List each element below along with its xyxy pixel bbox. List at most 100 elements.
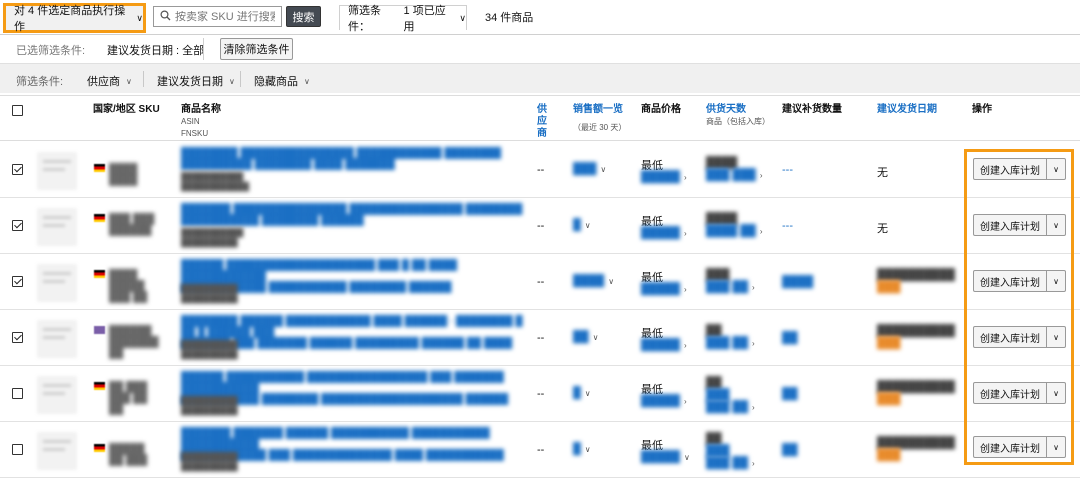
sales-dropdown[interactable]: ████ ∨ [573, 275, 614, 287]
chevron-down-icon[interactable]: ∨ [1047, 215, 1065, 235]
clear-filters-button[interactable]: 清除筛选条件 [220, 38, 293, 60]
flag-de-icon [94, 270, 105, 278]
chevron-down-icon: ∨ [459, 12, 466, 23]
ship-date-value: ██████████ ███ [877, 381, 955, 405]
price-value[interactable]: █████ ∨ [641, 451, 690, 463]
sales-dropdown[interactable]: █ ∨ [573, 387, 591, 399]
asin-value: ███████████ ██████████ [181, 228, 244, 247]
row-checkbox[interactable] [12, 276, 23, 287]
product-thumbnail [37, 264, 77, 302]
row-checkbox[interactable] [12, 220, 23, 231]
bulk-action-label: 对 4 件选定商品执行操作 [14, 5, 126, 33]
sku-value: ███ ███ ██████ [109, 214, 155, 236]
create-inbound-plan-button[interactable]: 创建入库计划 ∨ [973, 158, 1066, 180]
divider [240, 71, 241, 87]
table-row: ████ ████ ████████ ████████████████ ████… [0, 142, 1080, 198]
create-inbound-plan-button[interactable]: 创建入库计划 ∨ [973, 436, 1066, 458]
table-row: ███ ███ ██████ ███████ ████████████████ █… [0, 198, 1080, 254]
search-button[interactable]: 搜索 [286, 6, 321, 27]
table-row: ████ █████ ███ ██ ██████ ████████████████… [0, 254, 1080, 310]
header-sales[interactable]: 销售额一览 （最近 30 天） [573, 104, 626, 134]
supply-days-value[interactable]: ██ ███ ██ › [706, 325, 755, 349]
chevron-down-icon[interactable]: ∨ [1047, 271, 1065, 291]
asin-value: ███████████ ████████████ [181, 172, 250, 191]
restock-qty-value[interactable]: ██ [782, 388, 798, 400]
chevron-down-icon[interactable]: ∨ [1047, 327, 1065, 347]
product-thumbnail [37, 320, 77, 358]
row-checkbox[interactable] [12, 444, 23, 455]
product-name-link[interactable]: ████████ ████████████████ ████████████ █… [181, 148, 531, 170]
divider [143, 71, 144, 87]
price-value[interactable]: █████ › [641, 227, 687, 239]
chevron-down-icon[interactable]: ∨ [1047, 159, 1065, 179]
sales-dropdown[interactable]: ███ ∨ [573, 163, 606, 175]
sales-dropdown[interactable]: ██ ∨ [573, 331, 598, 343]
sku-value: ██ ███ ███ ██ ██ [109, 382, 148, 415]
header-supply-days[interactable]: 供货天数 商品（包括入库） [706, 104, 770, 128]
header-fnsku: FNSKU [181, 129, 209, 138]
header-supplier[interactable]: 供应商 [537, 104, 551, 140]
restock-qty-value[interactable]: --- [782, 220, 793, 232]
supplier-value: -- [537, 276, 545, 288]
filter-supplier[interactable]: 供应商 ∨ [87, 73, 132, 89]
price-value[interactable]: █████ › [641, 339, 687, 351]
chevron-down-icon: ∨ [304, 76, 310, 86]
sku-value: ██████ ███████ ██ [109, 326, 159, 359]
divider [203, 38, 204, 60]
select-all-checkbox[interactable] [12, 105, 23, 116]
bulk-action-button[interactable]: 对 4 件选定商品执行操作 ∨ [3, 3, 146, 33]
create-inbound-plan-label: 创建入库计划 [974, 437, 1047, 457]
create-inbound-plan-button[interactable]: 创建入库计划 ∨ [973, 270, 1066, 292]
filter-status-dropdown[interactable]: 筛选条件： 1 项已应用 ∨ [339, 5, 467, 33]
sales-dropdown[interactable]: █ ∨ [573, 443, 591, 455]
supplier-value: -- [537, 164, 545, 176]
chevron-down-icon[interactable]: ∨ [1047, 437, 1065, 457]
price-value[interactable]: █████ › [641, 171, 687, 183]
price-value[interactable]: █████ › [641, 283, 687, 295]
filter-status-value: 1 项已应用 [403, 5, 446, 33]
filter-hidden-products[interactable]: 隐藏商品 ∨ [254, 73, 310, 89]
restock-qty-value[interactable]: ██ [782, 332, 798, 344]
supplier-value: -- [537, 220, 545, 232]
product-thumbnail [37, 208, 77, 246]
supply-days-value[interactable]: ████████ ██› [706, 213, 763, 237]
chevron-down-icon[interactable]: ∨ [1047, 383, 1065, 403]
header-supply-days-label: 供货天数 [706, 104, 746, 115]
supply-days-value[interactable]: ███ ███ ██ › [706, 269, 755, 293]
restock-qty-value[interactable]: ██ [782, 444, 798, 456]
header-product-name: 商品名称 ASIN FNSKU [181, 104, 221, 140]
toolbar: 对 4 件选定商品执行操作 ∨ 搜索 筛选条件： 1 项已应用 ∨ 34 件商品 [0, 0, 1080, 34]
supply-days-value[interactable]: ████████ ██› [706, 377, 755, 413]
restock-qty-value[interactable]: ████ [782, 276, 813, 288]
row-checkbox[interactable] [12, 164, 23, 175]
filter-ship-date-label: 建议发货日期 [157, 76, 223, 88]
header-supply-days-sub: 商品（包括入库） [706, 117, 770, 126]
asin-value: ██████████ ██████████ [181, 340, 238, 359]
supply-days-value[interactable]: ████ ███ ███ › [706, 157, 763, 181]
filter-ship-date[interactable]: 建议发货日期 ∨ [157, 73, 235, 89]
create-inbound-plan-button[interactable]: 创建入库计划 ∨ [973, 326, 1066, 348]
table-row: ██ ███ ███ ██ ██ ██████ ███████████ █████… [0, 366, 1080, 422]
row-checkbox[interactable] [12, 332, 23, 343]
search-input[interactable] [175, 10, 275, 23]
flag-de-icon [94, 164, 105, 172]
chevron-down-icon: ∨ [136, 12, 143, 23]
product-thumbnail [37, 152, 77, 190]
supply-days-value[interactable]: ████████ ██› [706, 433, 755, 469]
create-inbound-plan-label: 创建入库计划 [974, 159, 1047, 179]
ship-date-value: 无 [877, 167, 888, 179]
create-inbound-plan-button[interactable]: 创建入库计划 ∨ [973, 382, 1066, 404]
restock-qty-value[interactable]: --- [782, 164, 793, 176]
filter-bar-label: 筛选条件: [16, 76, 64, 88]
ship-date-value: ██████████ ███ [877, 269, 955, 293]
product-name-link[interactable]: ███████ ████████████████ ███████████████… [181, 204, 531, 226]
ship-date-value: 无 [877, 223, 888, 235]
create-inbound-plan-button[interactable]: 创建入库计划 ∨ [973, 214, 1066, 236]
filter-hidden-products-label: 隐藏商品 [254, 76, 298, 88]
header-ship-date[interactable]: 建议发货日期 [877, 104, 937, 116]
sales-dropdown[interactable]: █ ∨ [573, 219, 591, 231]
search-box [153, 6, 282, 27]
price-value[interactable]: █████ › [641, 395, 687, 407]
asin-value: ██████████ ██████████ [181, 396, 238, 415]
row-checkbox[interactable] [12, 388, 23, 399]
